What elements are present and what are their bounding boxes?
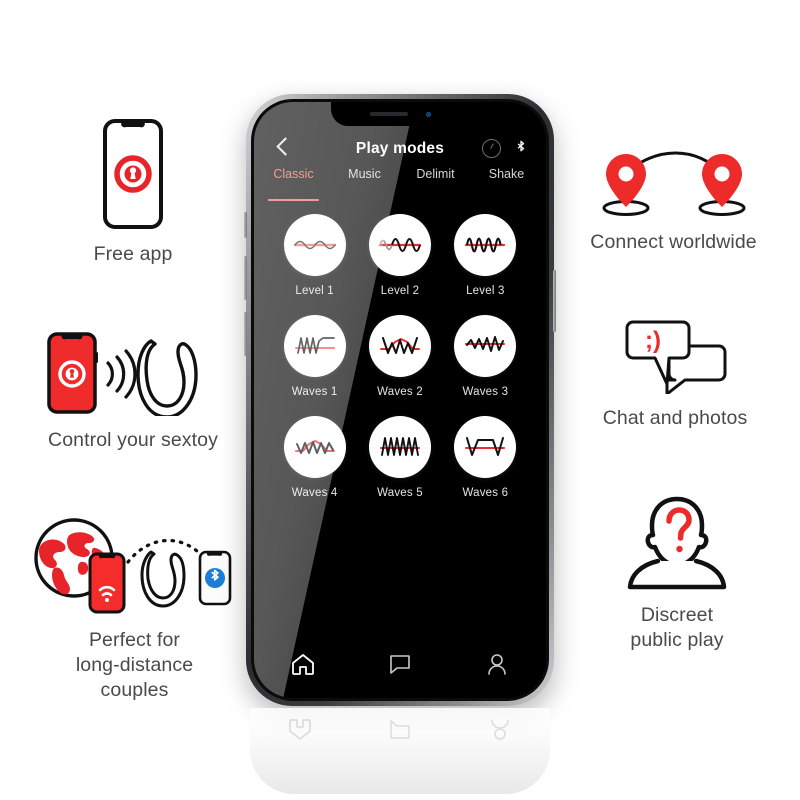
- home-icon-reflection: [289, 719, 311, 740]
- home-icon: [291, 654, 314, 675]
- mode-item-level-3[interactable]: Level 3: [443, 214, 528, 297]
- mode-item-waves-5[interactable]: Waves 5: [357, 416, 442, 499]
- play-modes-app: Play modes Classic Music Delimit Shake L…: [254, 102, 546, 698]
- phone-with-app-logo-icon: [103, 119, 163, 229]
- phone-signal-toy-icon: [47, 332, 198, 416]
- mode-icon-disc: [368, 315, 431, 377]
- mode-label: Waves 4: [291, 487, 338, 499]
- control-sextoy-illustration: [45, 330, 221, 416]
- chat-bubble-icon: [390, 655, 410, 674]
- mode-item-waves-3[interactable]: Waves 3: [443, 315, 528, 398]
- mode-item-level-2[interactable]: Level 2: [357, 214, 442, 297]
- mode-label: Waves 3: [462, 386, 509, 398]
- mode-label: Waves 1: [291, 386, 338, 398]
- mode-label: Level 1: [295, 285, 334, 297]
- wave-triangle-dense-icon: [379, 437, 420, 456]
- mode-tabs: Classic Music Delimit Shake: [254, 164, 546, 201]
- nav-chat-button[interactable]: [385, 649, 415, 679]
- mode-item-level-1[interactable]: Level 1: [272, 214, 357, 297]
- feature-long-distance: Perfect for long-distance couples: [12, 512, 257, 703]
- wave-sine-low-icon: [293, 240, 336, 250]
- bottom-navigation: [254, 638, 546, 698]
- mode-icon-disc: [454, 315, 517, 377]
- phone-volume-up-button[interactable]: [244, 256, 247, 300]
- feature-chat-photos: ;) Chat and photos: [590, 318, 760, 431]
- battery-circle-icon[interactable]: [482, 139, 501, 158]
- mode-item-waves-4[interactable]: Waves 4: [272, 416, 357, 499]
- phone-mockup: Play modes Classic Music Delimit Shake L…: [244, 94, 556, 706]
- poster-canvas: Free app Control your sextoy Perfect for…: [0, 0, 800, 800]
- speech-bubbles-icon: ;): [625, 320, 727, 394]
- feature-control-sextoy: Control your sextoy: [8, 330, 258, 453]
- mode-item-waves-6[interactable]: Waves 6: [443, 416, 528, 499]
- discreet-play-caption: Discreet public play: [630, 604, 724, 651]
- nav-profile-button[interactable]: [482, 649, 512, 679]
- tab-classic[interactable]: Classic: [258, 164, 329, 201]
- wave-zigzag-rising-icon: [465, 336, 506, 352]
- header-status-icons: [482, 139, 528, 158]
- nav-home-button[interactable]: [288, 649, 318, 679]
- free-app-illustration: [102, 118, 164, 230]
- phone-screen: Play modes Classic Music Delimit Shake L…: [254, 102, 546, 698]
- phone-reflection: [250, 708, 550, 794]
- chat-photos-illustration: ;): [623, 318, 727, 394]
- front-camera-icon: [425, 111, 431, 117]
- tab-delimit[interactable]: Delimit: [400, 164, 471, 196]
- back-button[interactable]: [272, 136, 294, 158]
- profile-icon: [488, 654, 507, 675]
- bluetooth-icon[interactable]: [514, 140, 528, 157]
- wave-zigzag-arch-icon: [294, 440, 335, 454]
- mode-item-waves-2[interactable]: Waves 2: [357, 315, 442, 398]
- wave-trapezoid-icon: [465, 437, 506, 456]
- anonymous-person-question-icon: [627, 496, 727, 590]
- chat-photos-caption: Chat and photos: [602, 407, 748, 429]
- mode-grid: Level 1 Level 2 Level 3 Waves 1 Waves 2 …: [254, 196, 546, 499]
- mode-item-waves-1[interactable]: Waves 1: [272, 315, 357, 398]
- phone-volume-down-button[interactable]: [244, 312, 247, 356]
- feature-discreet-play: Discreet public play: [592, 495, 762, 653]
- chat-emoticon: ;): [645, 327, 661, 354]
- connect-worldwide-caption: Connect worldwide: [590, 231, 757, 253]
- mode-icon-disc: [368, 214, 431, 276]
- mode-icon-disc: [454, 214, 517, 276]
- phone-frame: Play modes Classic Music Delimit Shake L…: [244, 94, 556, 706]
- phone-bezel: Play modes Classic Music Delimit Shake L…: [251, 99, 549, 701]
- discreet-play-illustration: [625, 495, 729, 591]
- phone-power-button[interactable]: [553, 270, 556, 332]
- reflection-body: [250, 708, 550, 794]
- mode-label: Waves 6: [462, 487, 509, 499]
- two-map-pins-arc-icon: [602, 151, 745, 216]
- long-distance-caption: Perfect for long-distance couples: [75, 629, 194, 701]
- globe-phone-toy-bluetooth-icon: [33, 518, 231, 614]
- mode-icon-disc: [283, 214, 346, 276]
- phone-silent-switch[interactable]: [244, 212, 247, 238]
- mode-icon-disc: [283, 416, 346, 478]
- connect-worldwide-illustration: [594, 148, 754, 218]
- mode-label: Waves 5: [377, 487, 423, 499]
- mode-label: Level 3: [466, 285, 505, 297]
- mode-icon-disc: [368, 416, 431, 478]
- wave-sine-high-icon: [465, 237, 506, 253]
- free-app-caption: Free app: [93, 243, 173, 265]
- mode-label: Level 2: [380, 285, 420, 297]
- reflection-nav-icons: [250, 718, 550, 742]
- profile-icon-reflection: [491, 719, 509, 740]
- feature-connect-worldwide: Connect worldwide: [566, 148, 781, 255]
- tab-shake[interactable]: Shake: [471, 164, 542, 196]
- feature-free-app: Free app: [38, 118, 228, 267]
- mode-label: Waves 2: [377, 386, 423, 398]
- earpiece-speaker: [369, 112, 408, 116]
- wave-ramp-plateau-icon: [294, 337, 335, 354]
- tab-music[interactable]: Music: [329, 164, 400, 196]
- wave-sine-mid-icon: [378, 238, 422, 252]
- wave-zigzag-valley-icon: [379, 337, 420, 354]
- long-distance-illustration: [24, 512, 246, 616]
- mode-icon-disc: [454, 416, 517, 478]
- phone-notch: [331, 102, 469, 126]
- chat-bubble-icon-reflection: [390, 720, 410, 739]
- control-sextoy-caption: Control your sextoy: [48, 429, 218, 451]
- mode-icon-disc: [283, 315, 346, 377]
